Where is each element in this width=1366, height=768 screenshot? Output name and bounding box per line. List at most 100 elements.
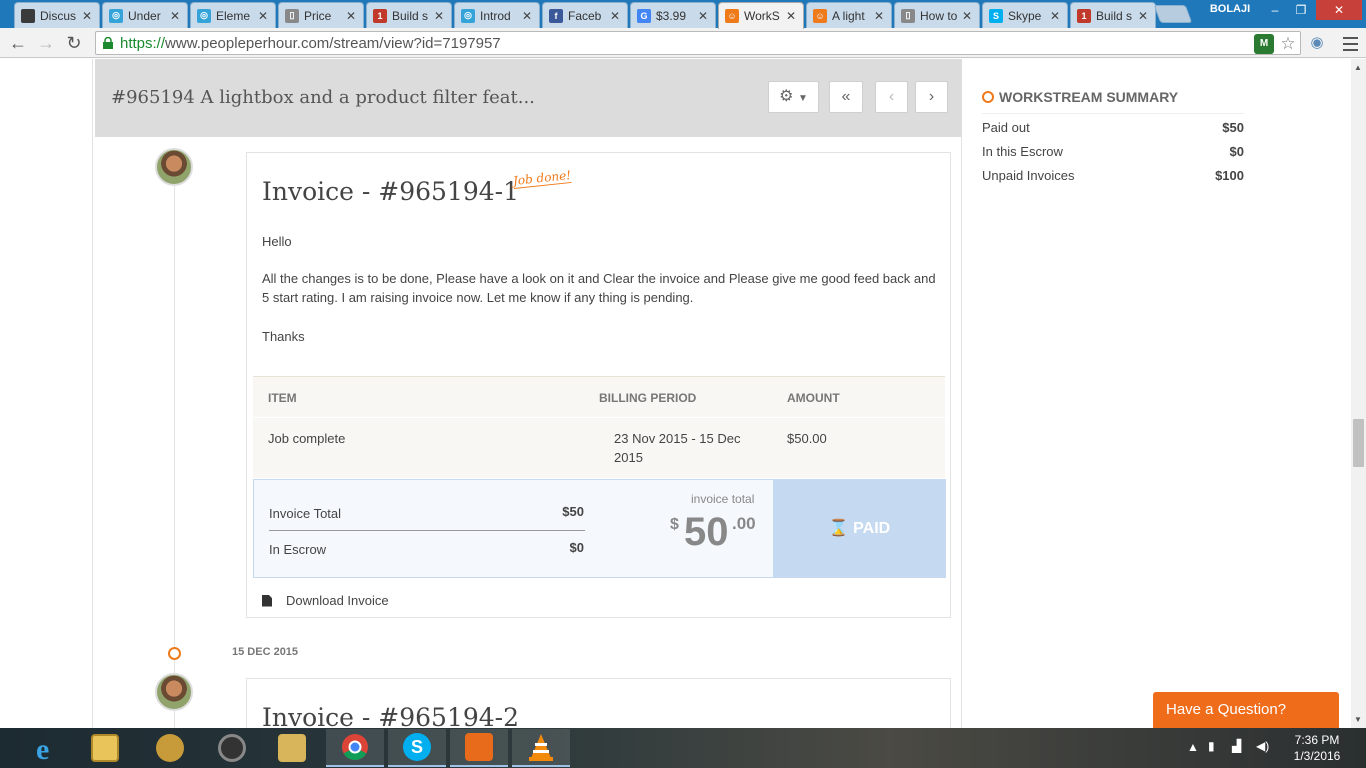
signal-icon[interactable]: ▟ (1232, 739, 1241, 768)
close-tab-icon[interactable]: ✕ (1137, 9, 1149, 23)
tab-favicon-icon: 1 (1077, 8, 1091, 23)
camera-extension-icon[interactable]: ◉ (1306, 33, 1328, 53)
invoice-items-table: ITEM BILLING PERIOD AMOUNT Job complete … (253, 376, 945, 478)
avatar[interactable] (155, 148, 193, 186)
maximize-window-icon[interactable]: ❐ (1288, 0, 1314, 20)
summary-row: In this Escrow $0 (982, 140, 1244, 164)
profile-name[interactable]: BOLAJI (1200, 0, 1260, 18)
address-bar[interactable]: https://www.peopleperhour.com/stream/vie… (95, 31, 1301, 55)
volume-icon[interactable]: ◀) (1256, 739, 1269, 768)
next-button[interactable]: › (915, 81, 948, 113)
tab-title: A light (832, 8, 865, 23)
browser-tab[interactable]: ◎ Eleme ✕ (190, 2, 276, 28)
scrollbar-thumb[interactable] (1353, 419, 1364, 467)
vlc-taskbar-icon[interactable] (512, 729, 570, 767)
summary-row-label: Unpaid Invoices (982, 168, 1075, 183)
column-header-amount: AMOUNT (787, 391, 840, 405)
close-tab-icon[interactable]: ✕ (609, 9, 621, 23)
caret-down-icon: ▼ (797, 93, 808, 104)
previous-button[interactable]: ‹ (875, 81, 908, 113)
chrome-menu-icon[interactable] (1340, 33, 1360, 53)
avatar[interactable] (155, 673, 193, 711)
browser-tab[interactable]: ☺ A light ✕ (806, 2, 892, 28)
reload-icon[interactable]: ↻ (62, 32, 86, 54)
file-explorer-icon[interactable] (76, 729, 134, 767)
close-tab-icon[interactable]: ✕ (81, 9, 93, 23)
skype-taskbar-icon[interactable]: S (388, 729, 446, 767)
row-billing-period: 23 Nov 2015 - 15 Dec 2015 (614, 431, 741, 465)
big-total-currency: $ (670, 516, 679, 533)
media-app-icon[interactable] (203, 729, 261, 767)
close-tab-icon[interactable]: ✕ (873, 9, 885, 23)
tab-favicon-icon: ◎ (461, 8, 475, 23)
close-tab-icon[interactable]: ✕ (257, 9, 269, 23)
message-body: All the changes is to be done, Please ha… (262, 271, 936, 305)
tray-chevron-icon[interactable]: ▲ (1187, 740, 1199, 768)
bookmark-star-icon[interactable]: ☆ (1278, 34, 1298, 54)
browser-tab-active[interactable]: ☺ WorkS ✕ (718, 2, 804, 29)
big-total-integer: 50 (684, 510, 729, 554)
summary-row: Paid out $50 (982, 116, 1244, 140)
close-tab-icon[interactable]: ✕ (169, 9, 181, 23)
close-window-icon[interactable]: ✕ (1316, 0, 1362, 20)
forward-arrow-icon[interactable]: → (34, 32, 58, 54)
column-header-item: ITEM (268, 391, 297, 405)
minimize-window-icon[interactable]: – (1262, 0, 1288, 20)
summary-row: Unpaid Invoices $100 (982, 164, 1244, 188)
close-tab-icon[interactable]: ✕ (521, 9, 533, 23)
scroll-down-icon[interactable]: ▼ (1354, 715, 1362, 724)
browser-tab[interactable]: ▯ Price ✕ (278, 2, 364, 28)
extension-icon[interactable]: M (1254, 34, 1274, 54)
back-arrow-icon[interactable]: ← (6, 32, 30, 54)
tab-favicon-icon: 1 (373, 8, 387, 23)
browser-tab[interactable]: ◎ Introd ✕ (454, 2, 540, 28)
page-scrollbar[interactable]: ▲ ▼ (1351, 59, 1366, 728)
tab-favicon-icon: f (549, 8, 563, 23)
close-tab-icon[interactable]: ✕ (433, 9, 445, 23)
message-greeting: Hello (262, 234, 292, 249)
browser-tab[interactable]: 1 Build s ✕ (1070, 2, 1156, 28)
row-amount: $50.00 (787, 431, 827, 446)
tab-title: Price (304, 8, 332, 23)
browser-tab[interactable]: S Skype ✕ (982, 2, 1068, 28)
close-tab-icon[interactable]: ✕ (345, 9, 357, 23)
browser-tab[interactable]: f Faceb ✕ (542, 2, 628, 28)
browser-tab[interactable]: 1 Build s ✕ (366, 2, 452, 28)
message-signoff: Thanks (262, 329, 305, 344)
tab-title: Skype (1008, 8, 1042, 23)
chevron-left-icon: ‹ (888, 88, 895, 105)
tab-title: Introd (480, 8, 511, 23)
browser-tab[interactable]: ▯ How to ✕ (894, 2, 980, 28)
column-header-billing-period: BILLING PERIOD (599, 391, 697, 405)
app-icon[interactable] (141, 729, 199, 767)
media-player-taskbar-icon[interactable] (450, 729, 508, 767)
tab-title: Under (128, 8, 161, 23)
row-item: Job complete (268, 431, 346, 446)
summary-row-value: $50 (1222, 120, 1244, 135)
download-invoice-link[interactable]: Download Invoice (262, 593, 389, 608)
doc-app-icon[interactable] (263, 729, 321, 767)
stream-header: #965194 A lightbox and a product filter … (95, 59, 962, 137)
download-invoice-label: Download Invoice (286, 593, 389, 608)
have-a-question-button[interactable]: Have a Question? (1153, 692, 1339, 728)
close-tab-icon[interactable]: ✕ (1049, 9, 1061, 23)
system-clock[interactable]: 7:36 PM 1/3/2016 (1284, 732, 1350, 764)
settings-dropdown-button[interactable]: ⚙ ▼ (768, 81, 819, 113)
summary-row-value: $0 (1229, 144, 1244, 159)
first-page-button[interactable]: « (829, 81, 863, 113)
disc-icon (156, 734, 184, 762)
new-tab-button[interactable] (1153, 5, 1193, 23)
network-device-icon[interactable]: ▮ (1208, 739, 1215, 768)
internet-explorer-icon[interactable]: e (18, 729, 76, 767)
browser-tab[interactable]: G $3.99 ✕ (630, 2, 716, 28)
browser-tab[interactable]: Discus ✕ (14, 2, 100, 28)
page-viewport: #965194 A lightbox and a product filter … (0, 59, 1351, 728)
browser-tab[interactable]: ◎ Under ✕ (102, 2, 188, 28)
close-tab-icon[interactable]: ✕ (785, 9, 797, 23)
chrome-taskbar-icon[interactable] (326, 729, 384, 767)
invoice-title: Invoice - #965194-2 (262, 703, 520, 728)
circle-icon (982, 91, 994, 103)
close-tab-icon[interactable]: ✕ (961, 9, 973, 23)
scroll-up-icon[interactable]: ▲ (1354, 63, 1362, 72)
close-tab-icon[interactable]: ✕ (697, 9, 709, 23)
